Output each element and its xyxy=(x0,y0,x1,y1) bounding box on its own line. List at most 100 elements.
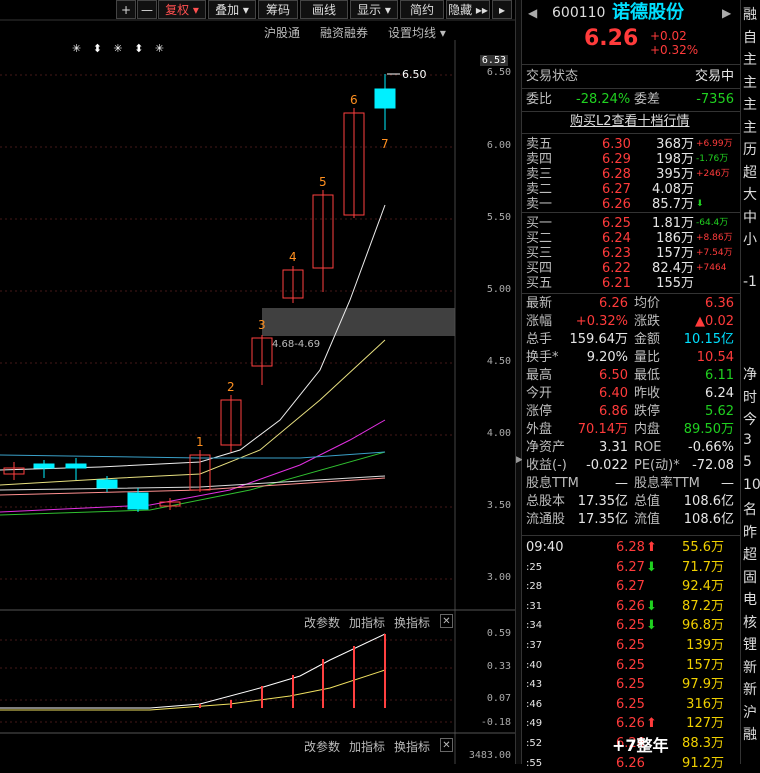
hide-button[interactable]: 隐藏 ▸▸ xyxy=(446,0,490,19)
price-tick: 6.00 xyxy=(486,140,511,151)
display-dropdown[interactable]: 显示 ▾ xyxy=(350,0,398,19)
indicator-switch-button[interactable]: 换指标 xyxy=(394,614,430,631)
side-item[interactable]: 超 xyxy=(743,162,760,182)
side-item[interactable]: 净 xyxy=(743,364,760,384)
trade-status-label: 交易状态 xyxy=(526,69,579,84)
stat-label: 最低 xyxy=(634,368,661,383)
chip-button[interactable]: 筹码 xyxy=(258,0,298,19)
side-item[interactable]: 融 xyxy=(743,4,760,24)
indicator-params-button[interactable]: 改参数 xyxy=(304,614,340,631)
bid-level-label: 买二 xyxy=(526,231,553,246)
prev-stock-icon[interactable]: ◀ xyxy=(528,3,537,23)
panel-splitter[interactable]: ▶ xyxy=(515,0,523,764)
ma-line-yellow xyxy=(0,339,386,486)
stat-label: 涨跌 xyxy=(634,314,661,329)
side-item[interactable]: 历 xyxy=(743,139,760,159)
overlay-dropdown[interactable]: 叠加 ▾ xyxy=(208,0,256,19)
stat-row: 最新 6.26 均价 6.36 xyxy=(522,295,740,313)
side-panel[interactable]: 融自主主主主历超大中小 -1 净时今 3 5 10 名昨超固电核锂新新沪融 xyxy=(740,0,760,764)
event-markers[interactable]: ✳ ⬍ ✳ ⬍ ✳ xyxy=(72,42,168,55)
zoom-out-button[interactable]: — xyxy=(137,0,157,19)
side-item[interactable]: 名 xyxy=(743,499,760,519)
zoom-in-button[interactable]: + xyxy=(116,0,136,19)
side-item[interactable]: 昨 xyxy=(743,522,760,542)
side-item[interactable]: 小 xyxy=(743,229,760,249)
price-tick: 6.50 xyxy=(486,67,511,78)
side-item[interactable]: 中 xyxy=(743,207,760,227)
ask-volume: 198万 xyxy=(656,152,694,167)
side-item[interactable]: 电 xyxy=(743,589,760,609)
kline-chart-svg[interactable]: 4.68-4.69 1 2 3 4 5 6 7 6.50 xyxy=(0,0,515,764)
side-item[interactable]: 自 xyxy=(743,27,760,47)
tick-time: :49 xyxy=(526,718,543,730)
next-stock-icon[interactable]: ▶ xyxy=(722,3,731,23)
side-item[interactable]: -1 xyxy=(743,274,760,290)
volume-add-button[interactable]: 加指标 xyxy=(349,738,385,755)
side-item[interactable]: 固 xyxy=(743,567,760,587)
l2-purchase-link[interactable]: 购买L2查看十档行情 xyxy=(570,113,690,131)
tick-price: 6.25 xyxy=(616,696,645,712)
stat-label: 流通股 xyxy=(526,512,566,527)
bid-price: 6.21 xyxy=(602,276,631,291)
hgt-label[interactable]: 沪股通 xyxy=(264,24,300,41)
stat-label: 跌停 xyxy=(634,404,661,419)
side-item[interactable]: 今 xyxy=(743,409,760,429)
side-item[interactable]: 核 xyxy=(743,612,760,632)
volume-params-button[interactable]: 改参数 xyxy=(304,738,340,755)
bid-level-label: 买五 xyxy=(526,276,553,291)
indicator-add-button[interactable]: 加指标 xyxy=(349,614,385,631)
side-item[interactable]: 主 xyxy=(743,94,760,114)
side-item[interactable]: 主 xyxy=(743,72,760,92)
indicator-close-button[interactable]: ✕ xyxy=(440,614,453,628)
side-item[interactable]: 融 xyxy=(743,724,760,744)
stat-row: 今开 6.40 昨收 6.24 xyxy=(522,385,740,403)
tick-price: 6.27 xyxy=(616,559,645,575)
ask-volume: 85.7万 xyxy=(652,197,694,212)
volume-switch-button[interactable]: 换指标 xyxy=(394,738,430,755)
draw-line-button[interactable]: 画线 xyxy=(300,0,348,19)
tick-volume: 96.8万 xyxy=(682,618,724,634)
side-item[interactable]: 主 xyxy=(743,49,760,69)
tick-row: :46 6.25 316万 xyxy=(522,696,740,714)
side-item[interactable]: 锂 xyxy=(743,634,760,654)
side-item[interactable]: 大 xyxy=(743,184,760,204)
side-item[interactable]: 新 xyxy=(743,657,760,677)
watermark-text: +7整年 xyxy=(612,736,669,755)
stat-label: 总股本 xyxy=(526,494,566,509)
tick-price: 6.25 xyxy=(616,677,645,693)
side-item[interactable]: 时 xyxy=(743,387,760,407)
side-item[interactable]: 3 xyxy=(743,432,760,448)
tick-volume: 88.3万 xyxy=(682,736,724,751)
volume-close-button[interactable]: ✕ xyxy=(440,738,453,752)
side-item[interactable]: 主 xyxy=(743,117,760,137)
ma-line-white xyxy=(0,204,386,471)
rzrq-label[interactable]: 融资融券 xyxy=(320,24,368,41)
stat-row: 流通股 17.35亿 流值 108.6亿 xyxy=(522,511,740,529)
ask-row: 卖一 6.26 85.7万 ⬇ xyxy=(522,197,740,212)
side-item[interactable]: 沪 xyxy=(743,702,760,722)
stat-label: 量比 xyxy=(634,350,661,365)
kline-chart-area[interactable]: 4.68-4.69 1 2 3 4 5 6 7 6.50 + — 复权 ▾ 叠加 ▾ 筹码 画线… xyxy=(0,0,515,764)
bid-volume: 1.81万 xyxy=(652,216,694,231)
bid-change: -64.4万 xyxy=(696,218,729,228)
side-item[interactable]: 超 xyxy=(743,544,760,564)
l2-link-row[interactable]: 购买L2查看十档行情 xyxy=(522,113,740,131)
fuquan-dropdown[interactable]: 复权 ▾ xyxy=(158,0,206,19)
simple-button[interactable]: 简约 xyxy=(400,0,444,19)
stat-value: 6.24 xyxy=(705,386,734,401)
side-item[interactable]: 10 xyxy=(743,477,760,493)
stat-value: 17.35亿 xyxy=(577,512,628,527)
stat-value: 9.20% xyxy=(586,350,628,365)
side-item[interactable]: 新 xyxy=(743,679,760,699)
expand-button[interactable]: ▸ xyxy=(492,0,512,19)
stat-label: 金额 xyxy=(634,332,661,347)
tick-price: 6.25 xyxy=(616,657,645,673)
stat-label: 涨幅 xyxy=(526,314,553,329)
bid-price: 6.24 xyxy=(602,231,631,246)
price-tick: 4.50 xyxy=(486,356,511,367)
price-tick: 6.53 xyxy=(479,55,508,66)
wave-count-label: 4 xyxy=(289,250,297,264)
stock-name: 诺德股份 xyxy=(612,2,684,23)
ma-settings-dropdown[interactable]: 设置均线 ▾ xyxy=(388,24,446,41)
side-item[interactable]: 5 xyxy=(743,454,760,470)
